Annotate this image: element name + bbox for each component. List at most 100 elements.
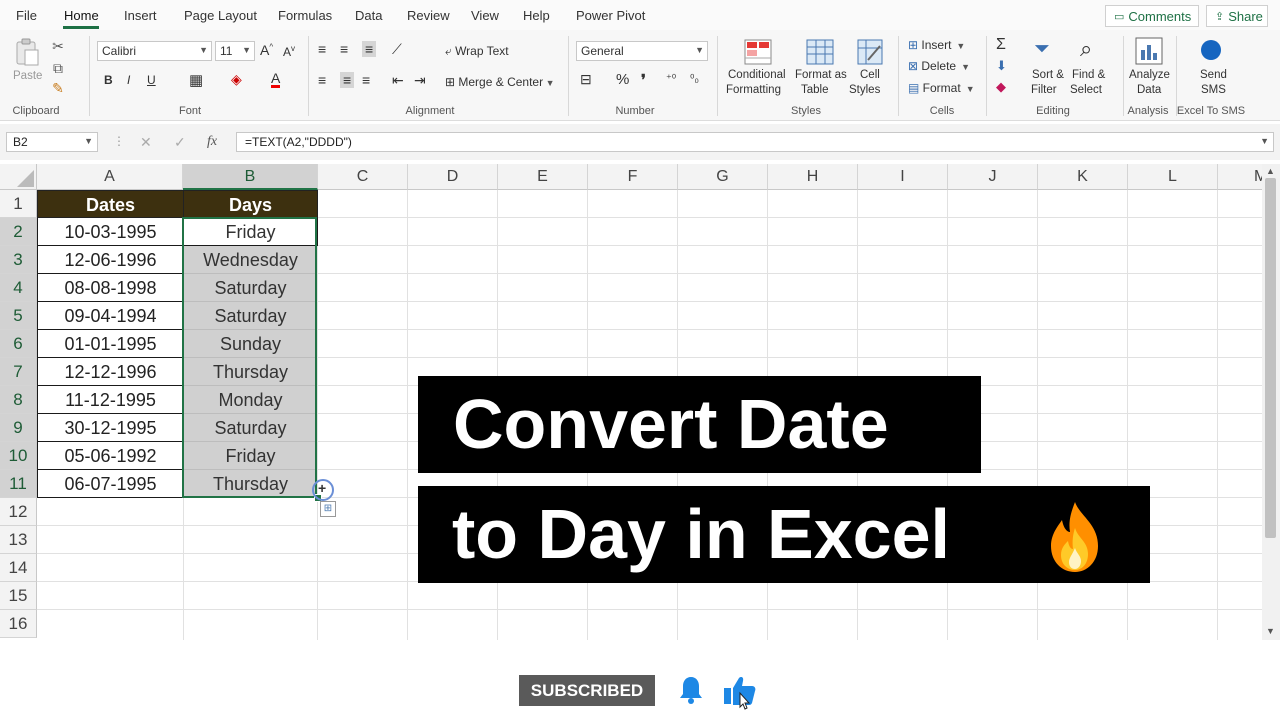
cell-a1-dates-header[interactable]: Dates bbox=[37, 190, 184, 218]
decrease-font-icon[interactable]: Av bbox=[283, 44, 295, 59]
row-header[interactable]: 6 bbox=[0, 330, 37, 358]
merge-center-button[interactable]: ⊞ Merge & Center ▼ bbox=[445, 73, 555, 91]
like-icon[interactable] bbox=[722, 673, 758, 711]
column-header-i[interactable]: I bbox=[858, 164, 948, 190]
row-header[interactable]: 9 bbox=[0, 414, 37, 442]
table-cell-day[interactable]: Monday bbox=[184, 386, 317, 414]
table-cell-day[interactable]: Thursday bbox=[184, 470, 317, 498]
decrease-indent-icon[interactable]: ⇤ bbox=[392, 72, 404, 89]
tab-file[interactable]: File bbox=[16, 8, 37, 23]
decrease-decimal-icon[interactable]: ⁰₀ bbox=[690, 72, 699, 85]
table-cell-day[interactable]: Saturday bbox=[184, 414, 317, 442]
subscribed-button[interactable]: SUBSCRIBED bbox=[519, 675, 655, 706]
sort-filter-icon[interactable]: ⏷ bbox=[1034, 38, 1050, 61]
table-cell-date[interactable]: 30-12-1995 bbox=[37, 414, 184, 442]
row-header[interactable]: 7 bbox=[0, 358, 37, 386]
font-name-combo[interactable]: Calibri ▼ bbox=[97, 41, 212, 61]
increase-font-icon[interactable]: A^ bbox=[260, 42, 273, 58]
font-size-combo[interactable]: 11 ▼ bbox=[215, 41, 255, 61]
paste-icon[interactable] bbox=[14, 38, 40, 68]
row-header[interactable]: 11 bbox=[0, 470, 37, 498]
table-cell-day[interactable]: Saturday bbox=[184, 302, 317, 330]
row-header[interactable]: 15 bbox=[0, 582, 37, 610]
bell-icon[interactable] bbox=[678, 675, 704, 705]
wrap-text-button[interactable]: ⤶ Wrap Text bbox=[445, 42, 509, 60]
row-header[interactable]: 16 bbox=[0, 610, 37, 638]
column-header-a[interactable]: A bbox=[37, 164, 183, 190]
underline-icon[interactable]: U bbox=[147, 73, 156, 87]
cut-icon[interactable]: ✂ bbox=[50, 38, 66, 54]
increase-decimal-icon[interactable]: ⁺⁰ bbox=[666, 72, 676, 85]
align-top-icon[interactable]: ≡ bbox=[318, 41, 326, 57]
cancel-icon[interactable]: ✕ bbox=[140, 134, 152, 151]
row-header[interactable]: 14 bbox=[0, 554, 37, 582]
column-header-f[interactable]: F bbox=[588, 164, 678, 190]
column-header-c[interactable]: C bbox=[318, 164, 408, 190]
column-header-b[interactable]: B bbox=[183, 164, 318, 190]
sms-icon[interactable] bbox=[1201, 40, 1221, 60]
tab-help[interactable]: Help bbox=[523, 8, 550, 23]
fill-color-icon[interactable]: ◈ bbox=[231, 71, 242, 88]
format-cells-button[interactable]: ▤ Format ▼ bbox=[908, 79, 975, 97]
italic-icon[interactable]: I bbox=[127, 73, 130, 87]
column-header-j[interactable]: J bbox=[948, 164, 1038, 190]
align-right-icon[interactable]: ≡ bbox=[362, 72, 370, 88]
align-center-icon[interactable]: ≡ bbox=[340, 72, 355, 88]
share-button[interactable]: ⇪ Share bbox=[1206, 5, 1268, 27]
column-header-m[interactable]: M bbox=[1218, 164, 1262, 190]
comments-button[interactable]: ▭ Comments bbox=[1105, 5, 1199, 27]
percent-icon[interactable]: % bbox=[616, 71, 629, 88]
analyze-data-icon[interactable] bbox=[1134, 36, 1164, 66]
comma-icon[interactable]: ❜ bbox=[641, 71, 646, 89]
column-header-h[interactable]: H bbox=[768, 164, 858, 190]
table-cell-day[interactable]: Saturday bbox=[184, 274, 317, 302]
table-cell-date[interactable]: 11-12-1995 bbox=[37, 386, 184, 414]
insert-cells-button[interactable]: ⊞ Insert ▼ bbox=[908, 36, 965, 54]
column-header-l[interactable]: L bbox=[1128, 164, 1218, 190]
align-bottom-icon[interactable]: ≡ bbox=[362, 41, 377, 57]
scrollbar-thumb[interactable] bbox=[1265, 178, 1276, 538]
orientation-icon[interactable]: ⟋ bbox=[392, 41, 402, 58]
tab-view[interactable]: View bbox=[471, 8, 499, 23]
align-left-icon[interactable]: ≡ bbox=[318, 72, 326, 88]
copy-icon[interactable]: ⧉ bbox=[50, 60, 66, 76]
active-cell-b2[interactable]: Friday bbox=[183, 218, 318, 246]
tab-page-layout[interactable]: Page Layout bbox=[184, 8, 257, 23]
table-cell-date[interactable]: 12-06-1996 bbox=[37, 246, 184, 274]
increase-indent-icon[interactable]: ⇥ bbox=[414, 72, 426, 89]
row-header[interactable]: 10 bbox=[0, 442, 37, 470]
align-middle-icon[interactable]: ≡ bbox=[340, 41, 348, 57]
borders-icon[interactable]: ▦ bbox=[189, 71, 203, 89]
currency-icon[interactable]: ⊟ bbox=[580, 71, 592, 88]
column-header-d[interactable]: D bbox=[408, 164, 498, 190]
tab-review[interactable]: Review bbox=[407, 8, 450, 23]
vertical-scrollbar[interactable]: ▲ ▼ bbox=[1262, 164, 1280, 640]
table-cell-date[interactable]: 12-12-1996 bbox=[37, 358, 184, 386]
tab-insert[interactable]: Insert bbox=[124, 8, 157, 23]
cell-b1-days-header[interactable]: Days bbox=[183, 190, 318, 218]
tab-formulas[interactable]: Formulas bbox=[278, 8, 332, 23]
delete-cells-button[interactable]: ⊠ Delete ▼ bbox=[908, 57, 970, 75]
table-cell-date[interactable]: 09-04-1994 bbox=[37, 302, 184, 330]
scroll-down-icon[interactable]: ▼ bbox=[1266, 626, 1275, 636]
row-header[interactable]: 5 bbox=[0, 302, 37, 330]
row-header[interactable]: 13 bbox=[0, 526, 37, 554]
tab-data[interactable]: Data bbox=[355, 8, 382, 23]
table-cell-date[interactable]: 10-03-1995 bbox=[37, 218, 184, 246]
tab-power-pivot[interactable]: Power Pivot bbox=[576, 8, 645, 23]
row-header[interactable]: 8 bbox=[0, 386, 37, 414]
enter-icon[interactable]: ✓ bbox=[174, 134, 186, 151]
autosum-icon[interactable]: Σ bbox=[996, 36, 1006, 54]
conditional-formatting-icon[interactable] bbox=[743, 38, 773, 66]
column-header-e[interactable]: E bbox=[498, 164, 588, 190]
table-cell-day[interactable]: Thursday bbox=[184, 358, 317, 386]
autofill-options-icon[interactable]: ⊞ bbox=[320, 501, 336, 517]
tab-home[interactable]: Home bbox=[64, 8, 99, 23]
format-as-table-icon[interactable] bbox=[805, 38, 835, 66]
cell-styles-icon[interactable] bbox=[856, 38, 884, 66]
formula-input[interactable]: =TEXT(A2,"DDDD") ▼ bbox=[236, 132, 1274, 152]
table-cell-date[interactable]: 06-07-1995 bbox=[37, 470, 184, 498]
row-header[interactable]: 12 bbox=[0, 498, 37, 526]
table-cell-day[interactable]: Sunday bbox=[184, 330, 317, 358]
number-format-combo[interactable]: General ▼ bbox=[576, 41, 708, 61]
